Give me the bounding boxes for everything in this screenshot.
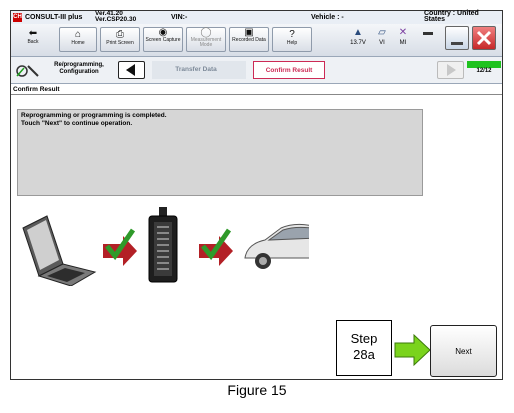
progress-bar <box>467 61 501 68</box>
connector-icon: ▬ <box>423 27 433 38</box>
close-icon <box>476 30 492 46</box>
back-toolbar-button[interactable]: ⬅ Back <box>13 27 53 52</box>
section-title: Confirm Result <box>11 84 502 95</box>
signal-icon: ▱ <box>378 27 386 38</box>
triangle-left-icon <box>126 64 135 76</box>
green-arrow-icon <box>394 333 431 367</box>
vi-status: ▱ VI <box>373 26 391 46</box>
measurement-mode-button[interactable]: ◯ Measurement Mode <box>186 27 226 52</box>
previous-step-button[interactable] <box>118 61 145 79</box>
recorded-data-button[interactable]: ▣ Recorded Data <box>229 27 269 52</box>
result-message-box: Reprogramming or programming is complete… <box>17 109 423 196</box>
step-navigation: Re/programming, Configuration Transfer D… <box>11 57 502 84</box>
next-step-nav-button[interactable] <box>437 61 464 79</box>
battery-status: ▲ 13.7V <box>346 26 370 46</box>
step-confirm-result: Confirm Result <box>253 61 325 79</box>
step-callout-line-1: Step <box>350 331 378 346</box>
car-icon <box>244 223 309 269</box>
step-transfer-data: Transfer Data <box>152 61 246 79</box>
step-transfer-data-label: Transfer Data <box>175 66 217 73</box>
progress-indicator: 12/12 <box>467 61 501 81</box>
progress-text: 12/12 <box>476 68 492 74</box>
home-button[interactable]: ⌂ Home <box>59 27 97 52</box>
laptop-icon <box>22 215 97 286</box>
check-arrow-icon-2 <box>199 228 233 266</box>
version-line-2: Ver.CSP20.30 <box>95 16 137 23</box>
check-arrow-icon-1 <box>103 228 137 266</box>
breadcrumb-label: Re/programming, Configuration <box>54 62 104 75</box>
help-button[interactable]: ? Help <box>272 27 312 52</box>
country-label: Country : United States <box>424 10 479 23</box>
back-toolbar-label: Back <box>27 39 39 45</box>
next-button[interactable]: Next <box>430 325 497 377</box>
mi-disconnected-icon: ✕ <box>398 27 408 38</box>
triangle-right-icon <box>447 64 456 76</box>
message-line-1: Reprogramming or programming is complete… <box>21 112 167 119</box>
vin-label: VIN:- <box>171 14 188 21</box>
step-confirm-result-label: Confirm Result <box>265 67 313 74</box>
home-label: Home <box>71 40 85 46</box>
toolbar: ⬅ Back ⌂ Home ⎙ Print Screen ◉ Screen Ca… <box>11 24 502 57</box>
print-screen-label: Print Screen <box>106 40 134 46</box>
minimize-button[interactable] <box>445 26 469 50</box>
figure-caption: Figure 15 <box>227 382 287 398</box>
consult-logo-icon: CH <box>13 13 22 22</box>
screen-capture-label: Screen Capture <box>145 37 181 43</box>
breadcrumb: Re/programming, Configuration <box>14 60 114 80</box>
recorded-data-label: Recorded Data <box>232 37 266 43</box>
battery-value: 13.7V <box>350 40 366 46</box>
message-line-2: Touch "Next" to continue operation. <box>21 120 133 127</box>
screen-capture-button[interactable]: ◉ Screen Capture <box>143 27 183 52</box>
mi-status: ✕ MI <box>394 26 412 46</box>
completion-illustration <box>22 207 309 286</box>
consult-window: CH CONSULT-III plus Ver.41.20 Ver.CSP20.… <box>10 10 503 380</box>
vi-label: VI <box>379 40 385 46</box>
close-button[interactable] <box>472 26 496 50</box>
connector-status: ▬ <box>418 26 438 40</box>
title-bar: CH CONSULT-III plus Ver.41.20 Ver.CSP20.… <box>11 10 502 25</box>
minimize-icon <box>451 42 463 45</box>
measurement-mode-label: Measurement Mode <box>190 37 222 48</box>
version-info: Ver.41.20 Ver.CSP20.30 <box>95 10 137 23</box>
step-callout-line-2: 28a <box>353 347 375 362</box>
car-battery-icon: ▲ <box>353 27 363 38</box>
step-callout: Step 28a <box>336 320 392 376</box>
print-screen-button[interactable]: ⎙ Print Screen <box>100 27 140 52</box>
vi-device-icon <box>148 207 178 283</box>
app-title: CONSULT-III plus <box>25 14 83 21</box>
mi-label: MI <box>399 40 407 46</box>
help-label: Help <box>286 40 298 46</box>
reprogramming-icon <box>16 65 39 77</box>
vehicle-label: Vehicle : - <box>311 14 344 21</box>
